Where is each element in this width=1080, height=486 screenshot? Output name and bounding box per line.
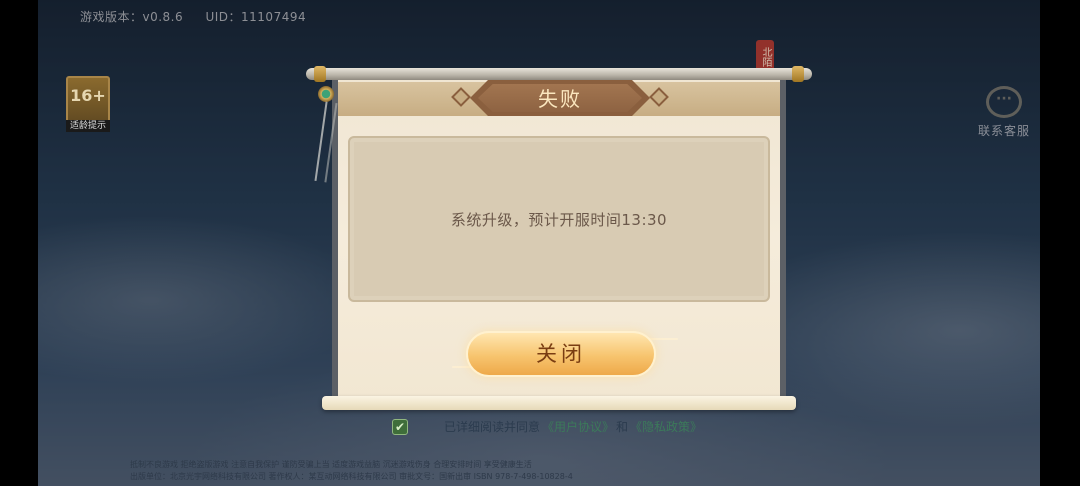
scroll-top-rod	[306, 66, 812, 82]
age-rating-badge[interactable]: 16+ 适龄提示	[66, 76, 110, 132]
privacy-policy-link[interactable]: 《隐私政策》	[630, 418, 702, 435]
agreement-and: 和	[616, 420, 629, 434]
agreement-checkbox[interactable]: ✔	[392, 418, 408, 435]
jade-ornament-icon	[318, 86, 334, 102]
age-rating: 16+	[70, 86, 106, 105]
customer-service-label: 联系客服	[977, 124, 1030, 138]
agreement-prefix: 已详细阅读并同意	[444, 420, 541, 434]
right-letterbox	[1040, 0, 1080, 486]
legal-notice-line-1: 抵制不良游戏 拒绝盗版游戏 注意自我保护 谨防受骗上当 适度游戏益脑 沉迷游戏伤…	[130, 460, 532, 469]
dialog-title: 失败	[538, 87, 582, 111]
dialog-message: 系统升级，预计开服时间13:30	[450, 210, 668, 229]
message-box: 系统升级，预计开服时间13:30	[348, 136, 770, 302]
uid-text: UID：11107494	[205, 10, 307, 24]
age-rating-label: 适龄提示	[66, 120, 110, 132]
close-button[interactable]: 关闭	[466, 331, 656, 377]
left-letterbox	[0, 0, 38, 486]
version-info: 游戏版本：v0.8.6 UID：11107494	[80, 8, 324, 25]
legal-notice-line-2: 出版单位：北京光宇网络科技有限公司 著作权人：某互动网络科技有限公司 审批文号：…	[130, 472, 573, 481]
agreement-row: ✔ 已详细阅读并同意 《用户协议》 和 《隐私政策》	[392, 418, 704, 435]
customer-service-button[interactable]: 联系客服	[972, 86, 1036, 139]
scroll-bottom-rod	[322, 396, 796, 410]
user-agreement-link[interactable]: 《用户协议》	[542, 418, 614, 435]
headset-icon	[986, 86, 1022, 118]
version-text: 游戏版本：v0.8.6	[80, 10, 184, 24]
close-button-label: 关闭	[536, 342, 586, 366]
